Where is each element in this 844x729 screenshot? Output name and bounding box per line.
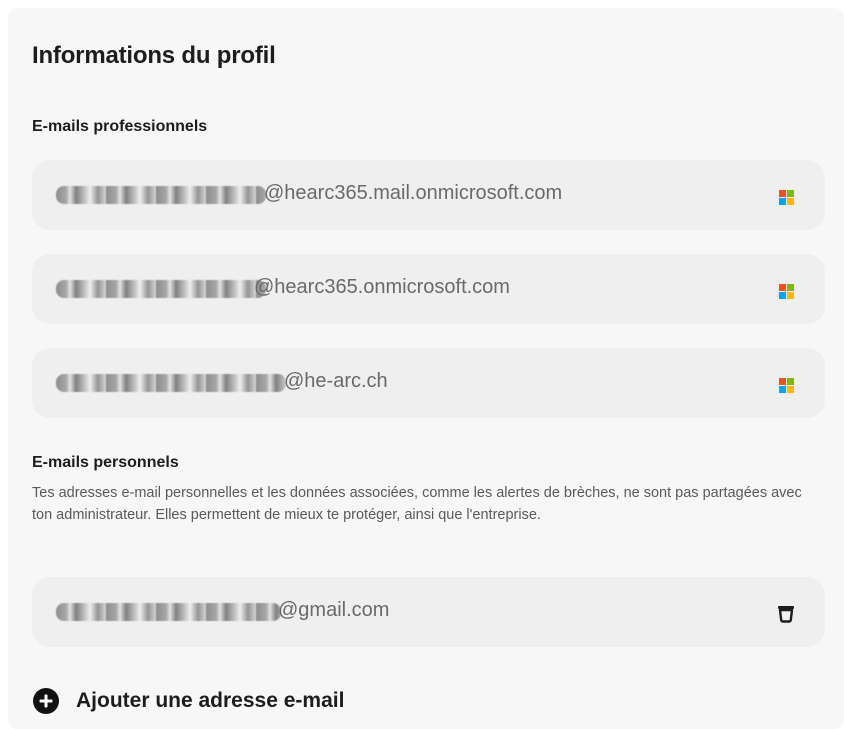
microsoft-icon [779,378,794,393]
work-email-row[interactable]: @hearc365.onmicrosoft.com [32,254,825,324]
profile-panel: Informations du profil E-mails professio… [8,8,844,729]
redacted-username [56,603,281,621]
page-title: Informations du profil [32,42,276,69]
redacted-username [56,186,266,204]
work-emails-heading: E-mails professionnels [32,118,208,135]
microsoft-icon [779,190,794,205]
email-domain: @he-arc.ch [284,370,388,392]
work-email-row[interactable]: @he-arc.ch [32,348,825,418]
personal-emails-description: Tes adresses e-mail personnelles et les … [32,485,802,523]
microsoft-icon [779,284,794,299]
personal-emails-heading: E-mails personnels [32,454,179,471]
email-domain: @hearc365.mail.onmicrosoft.com [264,182,563,204]
email-domain: @hearc365.onmicrosoft.com [254,276,510,298]
redacted-username [56,280,266,298]
trash-icon[interactable] [775,602,797,624]
add-email-button[interactable]: Ajouter une adresse e-mail [32,684,344,718]
email-domain: @gmail.com [278,599,390,621]
personal-email-row[interactable]: @gmail.com [32,577,825,647]
work-email-row[interactable]: @hearc365.mail.onmicrosoft.com [32,160,825,230]
redacted-username [56,374,286,392]
add-email-label: Ajouter une adresse e-mail [76,689,345,712]
plus-circle-icon [33,688,59,714]
